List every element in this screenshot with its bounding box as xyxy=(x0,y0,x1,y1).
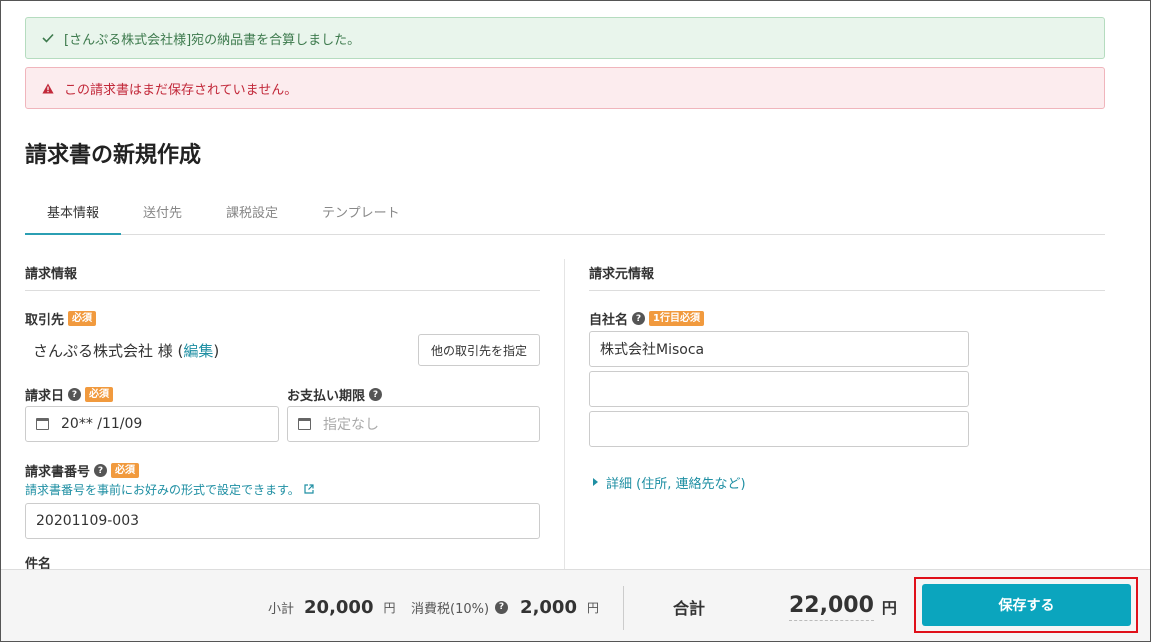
client-close-paren: ) xyxy=(213,342,220,360)
client-edit-link[interactable]: 編集 xyxy=(183,342,213,360)
issuer-details-text: 詳細 (住所, 連絡先など) xyxy=(606,477,746,492)
billing-info-heading: 請求情報 xyxy=(25,263,540,291)
company-name-line2-input[interactable] xyxy=(589,371,969,407)
yen-unit: 円 xyxy=(586,600,599,615)
invoice-number-input[interactable]: 20201109-003 xyxy=(25,503,540,539)
app-frame: [さんぷる株式会社様]宛の納品書を合算しました。 この請求書はまだ保存されていま… xyxy=(0,0,1151,642)
calendar-icon xyxy=(36,418,49,430)
help-icon[interactable]: ? xyxy=(495,600,509,614)
error-alert-text: この請求書はまだ保存されていません。 xyxy=(64,82,298,98)
due-date-label: お支払い期限 xyxy=(287,389,366,404)
client-name-row: さんぷる株式会社 様 (編集) xyxy=(33,340,219,361)
tax-label: 消費税(10%) xyxy=(411,601,490,617)
caret-right-icon xyxy=(593,475,598,490)
subtotal-label: 小計 xyxy=(268,601,295,617)
tab-basic-info[interactable]: 基本情報 xyxy=(25,197,122,235)
invoice-number-label: 請求書番号 xyxy=(25,465,91,480)
company-name-line1-input[interactable]: 株式会社Misoca xyxy=(589,331,969,367)
other-client-button[interactable]: 他の取引先を指定 xyxy=(418,334,540,366)
calendar-icon xyxy=(298,418,311,430)
external-link-icon xyxy=(304,483,314,497)
invoice-date-input[interactable]: 20** /11/09 xyxy=(25,406,279,442)
footer-divider xyxy=(623,586,624,630)
help-icon[interactable]: ? xyxy=(94,464,108,477)
due-date-placeholder: 指定なし xyxy=(323,417,379,433)
check-icon xyxy=(42,33,56,43)
company-label: 自社名 xyxy=(589,313,629,328)
total-label-wrap: 合計 xyxy=(673,570,706,641)
company-name-line3-input[interactable] xyxy=(589,411,969,447)
required-badge: 必須 xyxy=(68,311,97,326)
help-icon[interactable]: ? xyxy=(369,388,383,401)
client-name: さんぷる株式会社 様 ( xyxy=(33,342,184,360)
total: 22,000 円 xyxy=(789,570,897,641)
company-label-row: 自社名 ? 1行目必須 xyxy=(589,309,704,328)
first-line-required-badge: 1行目必須 xyxy=(649,311,704,326)
yen-unit: 円 xyxy=(383,600,396,615)
invoice-number-hint: 請求書番号を事前にお好みの形式で設定できます。 xyxy=(25,483,300,497)
total-label: 合計 xyxy=(673,599,706,618)
help-icon[interactable]: ? xyxy=(632,312,646,325)
client-label-row: 取引先 必須 xyxy=(25,309,97,328)
invoice-date-label-row: 請求日 ? 必須 xyxy=(25,385,114,404)
subtotal: 小計 20,000 円 xyxy=(268,570,396,641)
column-divider xyxy=(564,259,565,571)
company-line1-value: 株式会社Misoca xyxy=(600,342,705,358)
tab-tax-settings[interactable]: 課税設定 xyxy=(204,197,300,235)
invoice-number-hint-link[interactable]: 請求書番号を事前にお好みの形式で設定できます。 xyxy=(25,481,314,498)
due-date-input[interactable]: 指定なし xyxy=(287,406,540,442)
yen-unit: 円 xyxy=(881,598,897,617)
save-button[interactable]: 保存する xyxy=(922,584,1131,626)
invoice-date-value: 20** /11/09 xyxy=(61,416,143,432)
warning-icon xyxy=(42,83,56,94)
tab-bar: 基本情報 送付先 課税設定 テンプレート xyxy=(25,197,1105,235)
success-alert: [さんぷる株式会社様]宛の納品書を合算しました。 xyxy=(25,17,1105,59)
invoice-date-label: 請求日 xyxy=(25,389,65,404)
invoice-number-label-row: 請求書番号 ? 必須 xyxy=(25,461,140,480)
tax: 消費税(10%) ? 2,000 円 xyxy=(411,570,599,641)
tab-template[interactable]: テンプレート xyxy=(300,197,422,235)
tab-recipient[interactable]: 送付先 xyxy=(121,197,204,235)
required-badge: 必須 xyxy=(111,463,140,478)
invoice-number-value: 20201109-003 xyxy=(36,513,140,529)
required-badge: 必須 xyxy=(85,387,114,402)
subtotal-value: 20,000 xyxy=(304,596,374,618)
client-label: 取引先 xyxy=(25,313,65,328)
issuer-details-link[interactable]: 詳細 (住所, 連絡先など) xyxy=(593,473,746,492)
help-icon[interactable]: ? xyxy=(68,388,82,401)
total-value: 22,000 xyxy=(789,593,874,621)
tax-value: 2,000 xyxy=(520,596,577,618)
error-alert: この請求書はまだ保存されていません。 xyxy=(25,67,1105,109)
issuer-info-heading: 請求元情報 xyxy=(589,263,1105,291)
success-alert-text: [さんぷる株式会社様]宛の納品書を合算しました。 xyxy=(64,32,361,48)
due-date-label-row: お支払い期限 ? xyxy=(287,385,383,404)
page-title: 請求書の新規作成 xyxy=(25,143,202,168)
